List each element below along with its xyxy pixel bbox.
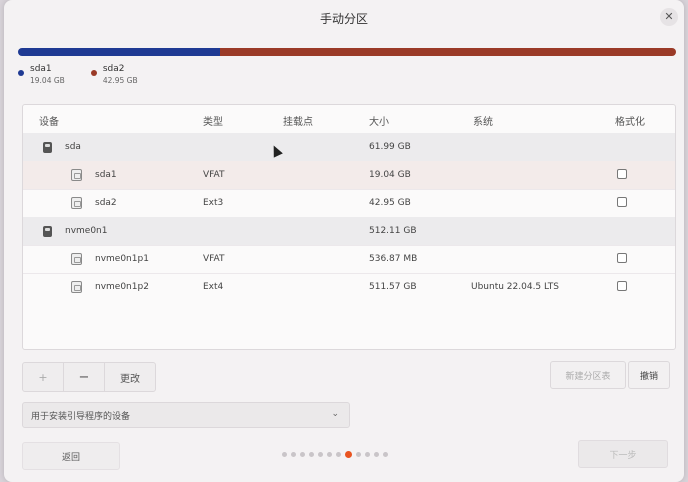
change-partition-button[interactable]: 更改 <box>105 363 155 391</box>
legend-dot-icon <box>90 70 97 76</box>
header-device[interactable]: 设备 <box>39 113 59 128</box>
legend-dot-icon <box>18 70 24 76</box>
legend-name: sda1 <box>30 64 52 74</box>
row-name: sda2 <box>95 198 117 208</box>
disk-usage-bar <box>18 48 676 56</box>
row-type: Ext3 <box>203 198 224 208</box>
chevron-down-icon: ⌄ <box>331 409 339 419</box>
step-dot <box>356 452 361 457</box>
row-system: Ubuntu 22.04.5 LTS <box>471 282 560 292</box>
partition-toolbar: + − 更改 <box>22 362 156 392</box>
next-button[interactable]: 下一步 <box>578 440 668 468</box>
step-dot <box>327 452 332 457</box>
partition-table: 设备 类型 挂载点 大小 系统 格式化 sda 61.99 GB sda1 VF… <box>22 104 676 350</box>
legend-size: 19.04 GB <box>30 76 65 85</box>
table-row-nvme0n1[interactable]: nvme0n1 512.11 GB <box>23 217 675 246</box>
close-button[interactable]: ✕ <box>660 8 678 26</box>
table-row-sda[interactable]: sda 61.99 GB <box>23 133 675 162</box>
format-checkbox[interactable] <box>617 169 627 179</box>
drive-icon <box>43 142 52 153</box>
table-row-nvme0n1p1[interactable]: nvme0n1p1 VFAT 536.87 MB <box>23 245 675 274</box>
row-size: 511.57 GB <box>369 282 417 292</box>
usage-segment-sda2 <box>220 48 676 56</box>
legend-item-sda1: sda1 19.04 GB <box>18 64 65 85</box>
step-dot <box>282 452 287 457</box>
table-row-sda1[interactable]: sda1 VFAT 19.04 GB <box>23 161 675 190</box>
table-header: 设备 类型 挂载点 大小 系统 格式化 <box>23 105 675 134</box>
titlebar: 手动分区 ✕ <box>4 0 684 34</box>
header-format[interactable]: 格式化 <box>615 113 645 128</box>
revert-button[interactable]: 撤销 <box>628 361 670 389</box>
row-type: VFAT <box>203 170 225 180</box>
partition-icon <box>71 197 82 209</box>
partition-icon <box>71 281 82 293</box>
partition-window: 手动分区 ✕ sda1 19.04 GB sda2 42.95 GB 设备 类型… <box>4 0 684 482</box>
row-type: Ext4 <box>203 282 224 292</box>
row-type: VFAT <box>203 254 225 264</box>
usage-legend: sda1 19.04 GB sda2 42.95 GB <box>18 64 138 85</box>
format-checkbox[interactable] <box>617 253 627 263</box>
step-dot <box>318 452 323 457</box>
table-row-sda2[interactable]: sda2 Ext3 42.95 GB <box>23 189 675 218</box>
table-row-nvme0n1p2[interactable]: nvme0n1p2 Ext4 511.57 GB Ubuntu 22.04.5 … <box>23 273 675 301</box>
partition-icon <box>71 253 82 265</box>
legend-item-sda2: sda2 42.95 GB <box>90 64 138 85</box>
row-name: sda <box>65 142 81 152</box>
step-dot-active <box>345 451 352 458</box>
row-name: nvme0n1p2 <box>95 282 149 292</box>
step-dot <box>365 452 370 457</box>
step-dot <box>383 452 388 457</box>
row-name: nvme0n1 <box>65 226 108 236</box>
step-dot <box>374 452 379 457</box>
row-name: nvme0n1p1 <box>95 254 149 264</box>
back-button[interactable]: 返回 <box>22 442 120 470</box>
step-indicator <box>282 451 388 458</box>
boot-loader-label: 用于安装引导程序的设备 <box>31 412 131 422</box>
boot-loader-device-select[interactable]: 用于安装引导程序的设备 ⌄ <box>22 402 350 428</box>
remove-partition-button[interactable]: − <box>64 363 105 391</box>
step-dot <box>336 452 341 457</box>
format-checkbox[interactable] <box>617 197 627 207</box>
legend-name: sda2 <box>102 64 125 74</box>
step-dot <box>309 452 314 457</box>
window-title: 手动分区 <box>319 12 368 26</box>
step-dot <box>291 452 296 457</box>
add-partition-button[interactable]: + <box>23 363 64 391</box>
usage-segment-sda1 <box>18 48 220 56</box>
header-type[interactable]: 类型 <box>203 113 223 128</box>
row-size: 536.87 MB <box>369 254 418 264</box>
header-mount[interactable]: 挂载点 <box>283 113 313 128</box>
format-checkbox[interactable] <box>617 281 627 291</box>
row-size: 61.99 GB <box>369 142 411 152</box>
row-size: 19.04 GB <box>369 170 411 180</box>
new-partition-table-button[interactable]: 新建分区表 <box>550 361 626 389</box>
row-size: 42.95 GB <box>369 198 411 208</box>
row-size: 512.11 GB <box>369 226 417 236</box>
drive-icon <box>43 226 52 237</box>
header-size[interactable]: 大小 <box>369 113 389 128</box>
header-system[interactable]: 系统 <box>473 113 493 128</box>
row-name: sda1 <box>95 170 117 180</box>
step-dot <box>300 452 305 457</box>
legend-size: 42.95 GB <box>102 76 138 85</box>
partition-icon <box>71 169 82 181</box>
